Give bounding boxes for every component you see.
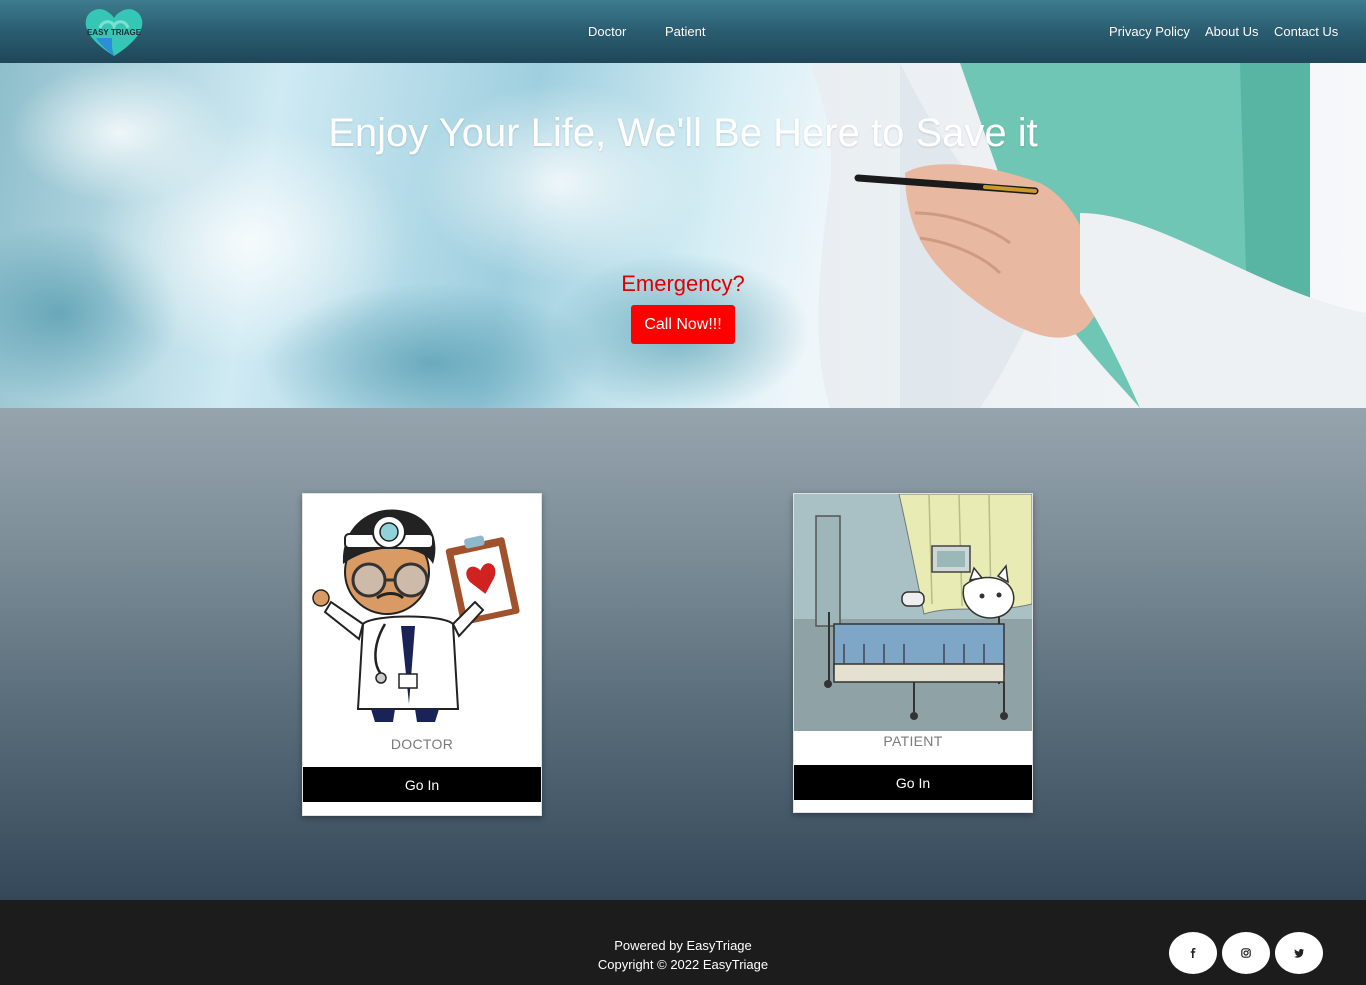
doctor-card: DOCTOR Go In: [302, 493, 542, 816]
role-selection-section: DOCTOR Go In PATIENT Go In: [0, 408, 1366, 900]
hero-title: Enjoy Your Life, We'll Be Here to Save i…: [328, 111, 1038, 155]
footer-text: Powered by EasyTriage Copyright © 2022 E…: [0, 936, 1366, 974]
footer: Powered by EasyTriage Copyright © 2022 E…: [0, 900, 1366, 985]
call-now-button[interactable]: Call Now!!!: [631, 305, 735, 344]
emergency-text: Emergency?: [621, 271, 745, 296]
nav-link-privacy-policy[interactable]: Privacy Policy: [1109, 24, 1190, 39]
facebook-icon[interactable]: [1169, 932, 1217, 974]
doctor-card-label: DOCTOR: [390, 736, 454, 752]
nav-link-contact-us[interactable]: Contact Us: [1274, 24, 1338, 39]
easy-triage-logo[interactable]: EASY TRIAGE: [82, 4, 146, 60]
doctor-go-in-button[interactable]: Go In: [303, 767, 541, 802]
logo-wordmark: EASY TRIAGE: [87, 28, 142, 37]
nav-link-doctor[interactable]: Doctor: [588, 24, 626, 39]
patient-card-label: PATIENT: [883, 733, 943, 749]
patient-illustration: [794, 494, 1032, 731]
instagram-icon[interactable]: [1222, 932, 1270, 974]
navbar: EASY TRIAGE Doctor Patient Privacy Polic…: [0, 0, 1366, 63]
footer-copyright: Copyright © 2022 EasyTriage: [597, 957, 769, 972]
patient-card: PATIENT Go In: [793, 493, 1033, 813]
nav-link-about-us[interactable]: About Us: [1205, 24, 1258, 39]
doctor-illustration: [312, 509, 520, 722]
nav-link-patient[interactable]: Patient: [665, 24, 705, 39]
patient-go-in-button[interactable]: Go In: [794, 765, 1032, 800]
footer-powered-by: Powered by EasyTriage: [614, 938, 752, 953]
twitter-icon[interactable]: [1275, 932, 1323, 974]
hero-banner: Enjoy Your Life, We'll Be Here to Save i…: [0, 63, 1366, 408]
